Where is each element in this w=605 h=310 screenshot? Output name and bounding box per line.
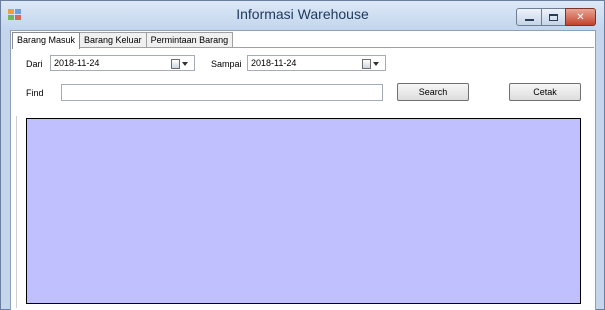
to-label: Sampai (211, 59, 242, 69)
search-button[interactable]: Search (397, 83, 469, 101)
print-button[interactable]: Cetak (509, 83, 581, 101)
find-input[interactable] (61, 84, 383, 101)
from-date-picker[interactable]: 2018-11-24 (50, 55, 195, 71)
window-title: Informasi Warehouse (236, 6, 369, 22)
from-date-value: 2018-11-24 (54, 58, 100, 68)
close-icon: ✕ (576, 11, 585, 23)
from-label: Dari (26, 59, 43, 69)
close-button[interactable]: ✕ (565, 8, 596, 26)
find-label: Find (26, 88, 44, 98)
calendar-dropdown-icon[interactable] (362, 58, 382, 69)
to-date-picker[interactable]: 2018-11-24 (247, 55, 386, 71)
app-window: Informasi Warehouse ✕ Barang Masuk Baran… (0, 0, 605, 310)
tab-permintaan-barang[interactable]: Permintaan Barang (145, 32, 234, 48)
maximize-button[interactable] (541, 8, 566, 26)
tab-barang-masuk[interactable]: Barang Masuk (12, 32, 81, 49)
title-bar[interactable]: Informasi Warehouse ✕ (1, 1, 604, 29)
panel-divider (16, 116, 17, 308)
data-grid[interactable] (26, 118, 581, 304)
maximize-icon (549, 13, 558, 21)
calendar-dropdown-icon[interactable] (171, 58, 191, 69)
minimize-icon (524, 19, 534, 21)
tab-barang-keluar[interactable]: Barang Keluar (79, 32, 147, 48)
tab-strip: Barang Masuk Barang Keluar Permintaan Ba… (12, 32, 234, 49)
minimize-button[interactable] (516, 8, 542, 26)
client-area: Barang Masuk Barang Keluar Permintaan Ba… (10, 30, 596, 310)
to-date-value: 2018-11-24 (251, 58, 297, 68)
